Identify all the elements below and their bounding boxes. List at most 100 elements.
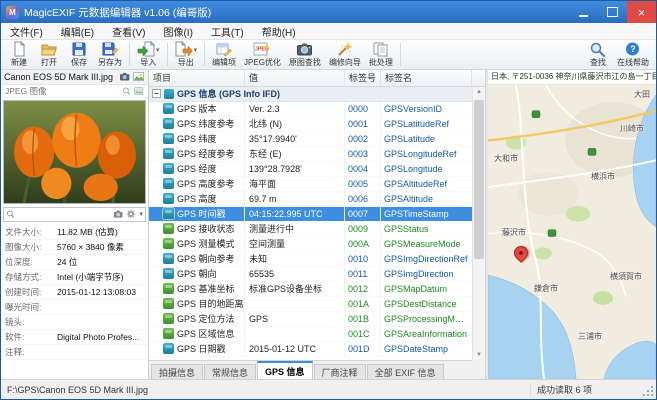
wizard-button[interactable]: 编修向导 (325, 40, 365, 69)
toolbar-separator (204, 43, 206, 66)
chevron-down-icon[interactable]: ▾ (139, 210, 143, 218)
table-row[interactable]: GPS 朝向参考 未知 0010 GPSImgDirectionRef (149, 251, 472, 267)
gear-icon[interactable] (126, 209, 136, 219)
search-input[interactable] (18, 209, 112, 220)
table-row[interactable]: GPS 纬度 35°17.9940' 0002 GPSLatitude (149, 131, 472, 147)
cell-tagname: GPSDestDistance (384, 298, 457, 309)
minimize-button[interactable] (569, 1, 598, 23)
open-button[interactable]: 打开 (34, 40, 64, 69)
file-info-panel: Canon EOS 5D Mark III.jpg JPEG 图像 ▾ 文件大小… (1, 69, 149, 379)
table-row[interactable]: GPS 纬度参考 北纬 (N) 0001 GPSLatitudeRef (149, 116, 472, 132)
table-row[interactable]: GPS 版本 Ver. 2.3 0000 GPSVersionID (149, 101, 472, 117)
save-as-button[interactable]: 另存为 (94, 40, 126, 69)
table-row[interactable]: GPS 高度参考 海平面 0005 GPSAltitudeRef (149, 176, 472, 192)
edit-items-button[interactable]: 编辑项 (208, 40, 240, 69)
map-canvas[interactable]: 大田 川崎市 大和市 横浜市 藤沢市 鎌倉市 横須賀市 三浦市 (488, 84, 656, 379)
cell-tag: 001A (345, 296, 381, 311)
table-row[interactable]: GPS 基准坐标 标准GPS设备坐标 0012 GPSMapDatum (149, 281, 472, 297)
save-button[interactable]: 保存 (64, 40, 94, 69)
menu-image[interactable]: 图像(I) (154, 23, 201, 39)
export-button[interactable]: ▾ 导出 (171, 40, 202, 69)
cell-tag: 0012 (345, 281, 381, 296)
tag-type-icon (163, 103, 174, 115)
save-icon (70, 41, 88, 59)
info-tab[interactable]: 常规信息 (204, 364, 257, 379)
cell-value: 测量进行中 (245, 221, 345, 236)
table-row[interactable]: GPS 测量模式 空间测量 000A GPSMeasureMode (149, 236, 472, 252)
table-row[interactable]: GPS 目的地距离 001A GPSDestDistance (149, 296, 472, 312)
save-label: 保存 (71, 58, 87, 67)
header-tag[interactable]: 标签号 (345, 69, 381, 86)
property-label: 曝光时间: (5, 301, 42, 312)
export-dropdown-icon[interactable]: ▾ (194, 46, 198, 54)
menu-help[interactable]: 帮助(H) (253, 23, 305, 39)
table-row[interactable]: GPS 经度参考 东经 (E) 0003 GPSLongitudeRef (149, 146, 472, 162)
cell-tagname: GPSAreaInformation (384, 328, 468, 339)
cell-item: GPS 基准坐标 (149, 281, 245, 296)
cell-item: GPS 定位方法 (149, 311, 245, 326)
batch-button[interactable]: 批处理 (365, 40, 397, 69)
original-search-button[interactable]: 原图查找 (285, 40, 325, 69)
info-tab[interactable]: 全部 EXIF 信息 (366, 364, 444, 379)
scrollbar-thumb[interactable] (474, 99, 484, 259)
zoom-icon[interactable] (122, 86, 132, 96)
map-label: 横浜市 (591, 171, 615, 181)
table-row[interactable]: GPS 朝向 65535 0011 GPSImgDirection (149, 266, 472, 282)
cell-tagname: GPSLongitude (384, 163, 443, 174)
info-tab[interactable]: 拍摄信息 (151, 364, 204, 379)
table-row[interactable]: GPS 定位方法 GPS 001B GPSProcessingMethod (149, 311, 472, 327)
table-row[interactable]: GPS 时间戳 04:15:22.995 UTC 0007 GPSTimeSta… (149, 206, 472, 222)
image-icon[interactable] (133, 71, 145, 82)
table-row[interactable]: GPS 高度 69.7 m 0006 GPSAltitude (149, 191, 472, 207)
import-button[interactable]: ▾ 导入 (133, 40, 164, 69)
property-row: 图像大小: 5760 × 3840 像素 (1, 240, 148, 255)
tag-type-icon (163, 208, 174, 220)
property-label: 位深度: (5, 256, 33, 267)
jpeg-optimize-button[interactable]: JPEG JPEG优化 (240, 40, 285, 69)
camera-icon (296, 41, 314, 59)
table-row[interactable]: GPS 经度 139°28.7928' 0004 GPSLongitude (149, 161, 472, 177)
cell-item: GPS 时间戳 (149, 206, 245, 221)
cell-value: 北纬 (N) (245, 116, 345, 131)
menu-edit[interactable]: 编辑(E) (52, 23, 103, 39)
info-tab[interactable]: 厂商注释 (313, 364, 366, 379)
header-value[interactable]: 值 (245, 69, 345, 86)
find-button[interactable]: 查找 (583, 40, 613, 69)
import-dropdown-icon[interactable]: ▾ (156, 46, 160, 54)
menu-tools[interactable]: 工具(T) (202, 23, 253, 39)
window-controls: × (569, 1, 656, 23)
toolbar: 新建 打开 保存 另存为 ▾ 导入 ▾ 导出 编辑项 JPEG JPEG优化 原… (1, 40, 656, 70)
info-tab[interactable]: GPS 信息 (257, 361, 313, 379)
table-row[interactable]: GPS 接收状态 测量进行中 0009 GPSStatus (149, 221, 472, 237)
jpeg-optimize-label: JPEG优化 (244, 58, 281, 67)
property-search: ▾ (3, 206, 146, 222)
property-row: 镜头: (1, 315, 148, 330)
group-row[interactable]: − GPS 信息 (GPS Info IFD) (149, 86, 472, 102)
tag-type-icon (163, 328, 174, 340)
property-row: 注释: (1, 345, 148, 360)
image-preview[interactable] (3, 99, 146, 204)
table-row[interactable]: GPS 区域信息 001C GPSAreaInformation (149, 326, 472, 342)
header-tagname[interactable]: 标签名 (381, 69, 472, 86)
export-icon (175, 40, 193, 59)
resize-grip[interactable] (642, 380, 656, 399)
online-help-button[interactable]: ? 在线帮助 (613, 40, 653, 69)
close-button[interactable]: × (627, 1, 656, 23)
find-label: 查找 (590, 58, 606, 67)
picture-icon[interactable] (134, 86, 144, 96)
collapse-icon[interactable]: − (152, 89, 161, 99)
scroll-up-icon[interactable]: ▲ (473, 87, 485, 98)
cell-tagname: GPSTimeStamp (384, 208, 449, 219)
camera-icon[interactable] (113, 209, 124, 219)
menu-file[interactable]: 文件(F) (1, 23, 52, 39)
cell-item: GPS 经度参考 (149, 146, 245, 161)
header-item[interactable]: 项目 (149, 69, 245, 86)
scroll-down-icon[interactable]: ▼ (473, 350, 485, 361)
table-row[interactable]: GPS 日期戳 2015-01-12 UTC 001D GPSDateStamp (149, 341, 472, 357)
metadata-panel: 项目 值 标签号 标签名 − GPS 信息 (GPS Info IFD) GPS… (149, 69, 485, 379)
menu-view[interactable]: 查看(V) (103, 23, 154, 39)
maximize-button[interactable] (598, 1, 627, 23)
new-button[interactable]: 新建 (4, 40, 34, 69)
table-scrollbar[interactable]: ▲ ▼ (472, 86, 485, 361)
camera-icon[interactable] (119, 71, 131, 82)
